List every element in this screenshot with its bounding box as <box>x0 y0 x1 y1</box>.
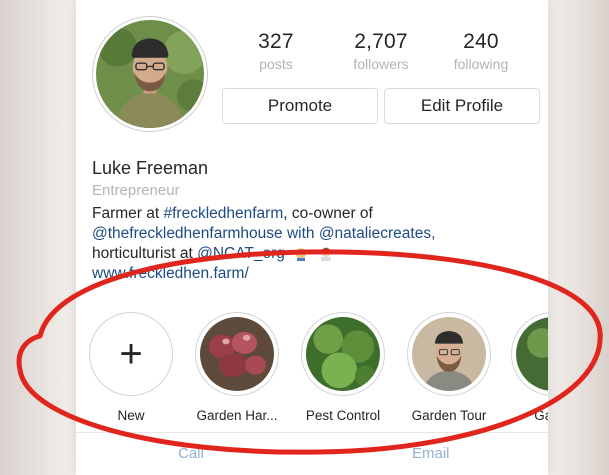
highlight-pest-control[interactable]: Pest Control <box>298 312 388 423</box>
posts-label: posts <box>259 56 293 72</box>
highlight-garden-harvest[interactable]: Garden Har... <box>192 312 282 423</box>
followers-count: 2,707 <box>354 30 408 53</box>
bio-text: Farmer at <box>92 205 164 222</box>
stat-following[interactable]: 240 following <box>436 30 526 72</box>
divider <box>76 432 548 433</box>
following-label: following <box>453 56 509 72</box>
background-right <box>547 0 609 475</box>
promote-button[interactable]: Promote <box>222 88 378 124</box>
highlight-garden-tour[interactable]: Garden Tour <box>404 312 494 423</box>
mention-links[interactable]: @thefreckledhenfarmhouse with @nataliecr… <box>92 224 532 244</box>
website-link[interactable]: www.freckledhen.farm/ <box>92 264 532 284</box>
highlight-garden-partial[interactable]: Garde <box>508 312 548 423</box>
posts-count: 327 <box>258 30 294 53</box>
profile-name: Luke Freeman <box>92 158 209 178</box>
call-button[interactable]: Call <box>178 445 204 462</box>
following-count: 240 <box>463 30 499 53</box>
edit-profile-button[interactable]: Edit Profile <box>384 88 540 124</box>
bio-text: horticulturist at <box>92 245 198 262</box>
highlight-label: New <box>117 408 145 423</box>
background-left <box>0 0 78 475</box>
profile-screen: 327 posts 2,707 followers 240 following … <box>76 0 548 475</box>
followers-label: followers <box>353 56 409 72</box>
highlight-cover <box>412 317 486 391</box>
highlight-cover <box>200 317 274 391</box>
profile-category: Entrepreneur <box>92 182 180 199</box>
bio-text: , co-owner of <box>283 205 373 222</box>
highlight-label: Garde <box>534 408 548 423</box>
plus-icon: + <box>119 332 143 376</box>
highlight-cover <box>516 317 548 391</box>
person-emoji-icon <box>320 247 331 261</box>
profile-photo <box>96 20 204 128</box>
farmer-emoji-icon <box>294 248 309 261</box>
hashtag-link[interactable]: #freckledhenfarm <box>163 205 283 222</box>
mention-link[interactable]: @NCAT_org <box>197 245 285 262</box>
stat-posts[interactable]: 327 posts <box>231 30 321 72</box>
highlight-new[interactable]: + New <box>86 312 176 423</box>
highlight-label: Pest Control <box>305 408 381 423</box>
profile-avatar[interactable] <box>92 16 208 132</box>
profile-bio: Farmer at #freckledhenfarm, co-owner of … <box>92 204 532 284</box>
stat-followers[interactable]: 2,707 followers <box>336 30 426 72</box>
highlight-cover <box>306 317 380 391</box>
highlight-label: Garden Har... <box>196 408 278 423</box>
highlight-label: Garden Tour <box>411 408 487 423</box>
email-button[interactable]: Email <box>412 445 450 462</box>
